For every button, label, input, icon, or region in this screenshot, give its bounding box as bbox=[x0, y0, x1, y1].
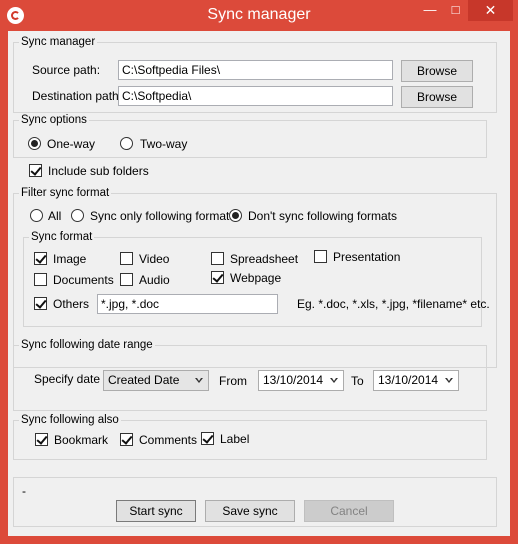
filter-all-radio[interactable] bbox=[30, 209, 43, 222]
label-checkbox[interactable] bbox=[201, 432, 214, 445]
sync-manager-legend: Sync manager bbox=[19, 35, 98, 49]
chevron-down-icon bbox=[330, 378, 338, 383]
image-label: Image bbox=[53, 252, 87, 266]
to-label: To bbox=[351, 374, 364, 388]
to-date-picker[interactable]: 13/10/2014 bbox=[373, 370, 459, 391]
bookmark-label: Bookmark bbox=[54, 433, 109, 447]
sync-following-also-group: Sync following also Bookmark Comments La… bbox=[13, 413, 487, 460]
webpage-label: Webpage bbox=[230, 271, 282, 285]
spreadsheet-checkbox[interactable] bbox=[211, 252, 224, 265]
source-path-input[interactable]: C:\Softpedia Files\ bbox=[118, 60, 393, 80]
video-checkbox[interactable] bbox=[120, 252, 133, 265]
chevron-down-icon bbox=[445, 378, 453, 383]
date-type-select[interactable]: Created Date bbox=[103, 370, 209, 391]
chevron-down-icon bbox=[195, 378, 203, 383]
dialog-body: Sync manager Source path: C:\Softpedia F… bbox=[8, 31, 510, 536]
sync-manager-window: Sync manager — □ ✕ Sync manager Source p… bbox=[0, 0, 518, 544]
include-sub-folders-checkbox[interactable] bbox=[29, 164, 42, 177]
destination-browse-button[interactable]: Browse bbox=[401, 86, 473, 108]
webpage-checkbox[interactable] bbox=[211, 271, 224, 284]
status-text: - bbox=[22, 484, 26, 498]
filter-sync-format-legend: Filter sync format bbox=[19, 186, 112, 200]
two-way-label: Two-way bbox=[140, 137, 188, 151]
dont-sync-following-radio[interactable] bbox=[229, 209, 242, 222]
format-example-hint: Eg. *.doc, *.xls, *.jpg, *filename* etc. bbox=[297, 297, 490, 311]
others-formats-input[interactable]: *.jpg, *.doc bbox=[97, 294, 278, 314]
maximize-button[interactable]: □ bbox=[443, 0, 468, 21]
date-range-legend: Sync following date range bbox=[19, 338, 155, 352]
presentation-label: Presentation bbox=[333, 250, 401, 264]
one-way-label: One-way bbox=[47, 137, 96, 151]
documents-checkbox[interactable] bbox=[34, 273, 47, 286]
sync-options-legend: Sync options bbox=[19, 113, 89, 127]
from-label: From bbox=[219, 374, 247, 388]
close-button[interactable]: ✕ bbox=[468, 0, 513, 21]
audio-checkbox[interactable] bbox=[120, 273, 133, 286]
save-sync-button[interactable]: Save sync bbox=[205, 500, 295, 522]
destination-path-input[interactable]: C:\Softpedia\ bbox=[118, 86, 393, 106]
start-sync-button[interactable]: Start sync bbox=[116, 500, 196, 522]
presentation-checkbox[interactable] bbox=[314, 250, 327, 263]
image-checkbox[interactable] bbox=[34, 252, 47, 265]
bookmark-checkbox[interactable] bbox=[35, 433, 48, 446]
comments-label: Comments bbox=[139, 433, 198, 447]
destination-path-label: Destination path: bbox=[32, 89, 123, 103]
footer-panel: - Start sync Save sync Cancel bbox=[13, 477, 497, 527]
source-browse-button[interactable]: Browse bbox=[401, 60, 473, 82]
comments-checkbox[interactable] bbox=[120, 433, 133, 446]
sync-following-also-legend: Sync following also bbox=[19, 413, 121, 427]
spreadsheet-label: Spreadsheet bbox=[230, 252, 299, 266]
label-option-label: Label bbox=[220, 432, 250, 446]
sync-only-following-radio[interactable] bbox=[71, 209, 84, 222]
date-type-value: Created Date bbox=[108, 373, 180, 387]
cancel-button[interactable]: Cancel bbox=[304, 500, 394, 522]
filter-all-label: All bbox=[48, 209, 62, 223]
audio-label: Audio bbox=[139, 273, 170, 287]
two-way-radio[interactable] bbox=[120, 137, 133, 150]
sync-format-group: Sync format Image Video Spreadsheet Pres… bbox=[23, 230, 490, 327]
others-checkbox[interactable] bbox=[34, 297, 47, 310]
minimize-button[interactable]: — bbox=[417, 0, 443, 21]
video-label: Video bbox=[139, 252, 170, 266]
documents-label: Documents bbox=[53, 273, 114, 287]
sync-options-group: Sync options One-way Two-way bbox=[13, 113, 487, 158]
one-way-radio[interactable] bbox=[28, 137, 41, 150]
date-range-group: Sync following date range Specify date C… bbox=[13, 338, 487, 411]
others-label: Others bbox=[53, 297, 90, 311]
sync-only-following-label: Sync only following formats bbox=[90, 209, 236, 223]
dont-sync-following-label: Don't sync following formats bbox=[248, 209, 398, 223]
source-path-label: Source path: bbox=[32, 63, 101, 77]
sync-manager-group: Sync manager Source path: C:\Softpedia F… bbox=[13, 35, 497, 113]
title-bar[interactable]: Sync manager — □ ✕ bbox=[0, 0, 518, 31]
sync-format-legend: Sync format bbox=[29, 230, 95, 244]
from-date-value: 13/10/2014 bbox=[263, 373, 324, 387]
from-date-picker[interactable]: 13/10/2014 bbox=[258, 370, 344, 391]
to-date-value: 13/10/2014 bbox=[378, 373, 439, 387]
include-sub-folders-label: Include sub folders bbox=[48, 164, 149, 178]
specify-date-label: Specify date bbox=[34, 372, 101, 386]
